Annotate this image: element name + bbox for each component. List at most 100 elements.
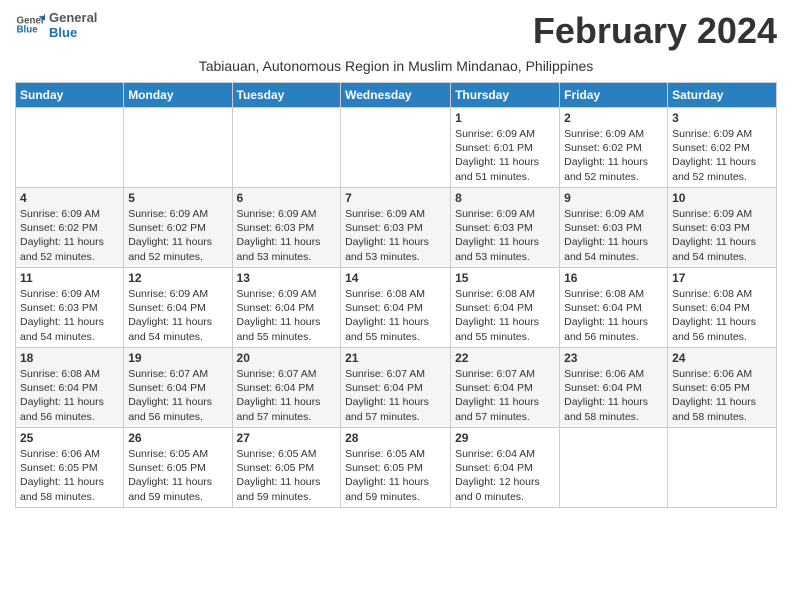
calendar-cell: 24 Sunrise: 6:06 AM Sunset: 6:05 PM Dayli… <box>668 348 777 428</box>
logo-line1: General <box>49 10 97 25</box>
day-number: 24 <box>672 351 772 365</box>
day-info: Sunrise: 6:09 AM Sunset: 6:01 PM Dayligh… <box>455 127 555 184</box>
calendar-cell: 5 Sunrise: 6:09 AM Sunset: 6:02 PM Daylig… <box>124 188 232 268</box>
day-number: 10 <box>672 191 772 205</box>
day-info: Sunrise: 6:09 AM Sunset: 6:03 PM Dayligh… <box>672 207 772 264</box>
day-info: Sunrise: 6:09 AM Sunset: 6:04 PM Dayligh… <box>237 287 337 344</box>
day-info: Sunrise: 6:08 AM Sunset: 6:04 PM Dayligh… <box>564 287 663 344</box>
day-header-monday: Monday <box>124 83 232 108</box>
day-number: 1 <box>455 111 555 125</box>
day-info: Sunrise: 6:06 AM Sunset: 6:04 PM Dayligh… <box>564 367 663 424</box>
calendar-cell: 4 Sunrise: 6:09 AM Sunset: 6:02 PM Daylig… <box>16 188 124 268</box>
calendar-cell <box>341 108 451 188</box>
day-number: 20 <box>237 351 337 365</box>
day-info: Sunrise: 6:09 AM Sunset: 6:03 PM Dayligh… <box>345 207 446 264</box>
day-info: Sunrise: 6:09 AM Sunset: 6:03 PM Dayligh… <box>455 207 555 264</box>
day-number: 17 <box>672 271 772 285</box>
day-number: 9 <box>564 191 663 205</box>
calendar-cell: 17 Sunrise: 6:08 AM Sunset: 6:04 PM Dayli… <box>668 268 777 348</box>
day-number: 2 <box>564 111 663 125</box>
day-info: Sunrise: 6:09 AM Sunset: 6:02 PM Dayligh… <box>564 127 663 184</box>
day-info: Sunrise: 6:07 AM Sunset: 6:04 PM Dayligh… <box>237 367 337 424</box>
day-info: Sunrise: 6:09 AM Sunset: 6:03 PM Dayligh… <box>237 207 337 264</box>
day-info: Sunrise: 6:04 AM Sunset: 6:04 PM Dayligh… <box>455 447 555 504</box>
day-header-tuesday: Tuesday <box>232 83 341 108</box>
calendar-cell: 2 Sunrise: 6:09 AM Sunset: 6:02 PM Daylig… <box>560 108 668 188</box>
calendar-cell: 27 Sunrise: 6:05 AM Sunset: 6:05 PM Dayli… <box>232 428 341 508</box>
calendar-cell: 29 Sunrise: 6:04 AM Sunset: 6:04 PM Dayli… <box>451 428 560 508</box>
day-header-friday: Friday <box>560 83 668 108</box>
calendar-cell: 14Sunrise: 6:08 AM Sunset: 6:04 PM Dayli… <box>341 268 451 348</box>
day-info: Sunrise: 6:09 AM Sunset: 6:02 PM Dayligh… <box>128 207 227 264</box>
calendar-cell: 13 Sunrise: 6:09 AM Sunset: 6:04 PM Dayli… <box>232 268 341 348</box>
day-info: Sunrise: 6:07 AM Sunset: 6:04 PM Dayligh… <box>345 367 446 424</box>
subtitle: Tabiauan, Autonomous Region in Muslim Mi… <box>15 58 777 74</box>
day-number: 29 <box>455 431 555 445</box>
day-info: Sunrise: 6:07 AM Sunset: 6:04 PM Dayligh… <box>455 367 555 424</box>
day-number: 6 <box>237 191 337 205</box>
day-number: 28 <box>345 431 446 445</box>
day-info: Sunrise: 6:06 AM Sunset: 6:05 PM Dayligh… <box>672 367 772 424</box>
calendar-cell: 16 Sunrise: 6:08 AM Sunset: 6:04 PM Dayli… <box>560 268 668 348</box>
calendar-cell <box>232 108 341 188</box>
calendar-cell: 6 Sunrise: 6:09 AM Sunset: 6:03 PM Daylig… <box>232 188 341 268</box>
calendar-cell <box>668 428 777 508</box>
day-number: 5 <box>128 191 227 205</box>
day-number: 27 <box>237 431 337 445</box>
day-number: 23 <box>564 351 663 365</box>
day-info: Sunrise: 6:09 AM Sunset: 6:04 PM Dayligh… <box>128 287 227 344</box>
day-number: 15 <box>455 271 555 285</box>
day-info: Sunrise: 6:09 AM Sunset: 6:02 PM Dayligh… <box>20 207 119 264</box>
day-number: 3 <box>672 111 772 125</box>
calendar-cell <box>16 108 124 188</box>
day-number: 11 <box>20 271 119 285</box>
calendar-cell: 28Sunrise: 6:05 AM Sunset: 6:05 PM Dayli… <box>341 428 451 508</box>
day-header-sunday: Sunday <box>16 83 124 108</box>
calendar-cell: 20 Sunrise: 6:07 AM Sunset: 6:04 PM Dayli… <box>232 348 341 428</box>
calendar-cell: 1 Sunrise: 6:09 AM Sunset: 6:01 PM Daylig… <box>451 108 560 188</box>
day-info: Sunrise: 6:08 AM Sunset: 6:04 PM Dayligh… <box>672 287 772 344</box>
calendar-cell: 9Sunrise: 6:09 AM Sunset: 6:03 PM Daylig… <box>560 188 668 268</box>
main-title: February 2024 <box>533 10 777 52</box>
calendar-cell: 22 Sunrise: 6:07 AM Sunset: 6:04 PM Dayli… <box>451 348 560 428</box>
day-info: Sunrise: 6:09 AM Sunset: 6:03 PM Dayligh… <box>20 287 119 344</box>
calendar-cell: 23 Sunrise: 6:06 AM Sunset: 6:04 PM Dayli… <box>560 348 668 428</box>
day-number: 25 <box>20 431 119 445</box>
day-number: 22 <box>455 351 555 365</box>
day-info: Sunrise: 6:05 AM Sunset: 6:05 PM Dayligh… <box>237 447 337 504</box>
calendar-cell <box>124 108 232 188</box>
calendar-cell: 26 Sunrise: 6:05 AM Sunset: 6:05 PM Dayli… <box>124 428 232 508</box>
day-number: 26 <box>128 431 227 445</box>
calendar-cell: 8 Sunrise: 6:09 AM Sunset: 6:03 PM Daylig… <box>451 188 560 268</box>
day-header-wednesday: Wednesday <box>341 83 451 108</box>
calendar-cell: 15Sunrise: 6:08 AM Sunset: 6:04 PM Dayli… <box>451 268 560 348</box>
calendar-cell: 18 Sunrise: 6:08 AM Sunset: 6:04 PM Dayli… <box>16 348 124 428</box>
logo-line2: Blue <box>49 25 97 40</box>
day-info: Sunrise: 6:06 AM Sunset: 6:05 PM Dayligh… <box>20 447 119 504</box>
logo-icon: General Blue <box>15 10 45 40</box>
day-header-saturday: Saturday <box>668 83 777 108</box>
day-info: Sunrise: 6:09 AM Sunset: 6:02 PM Dayligh… <box>672 127 772 184</box>
title-section: February 2024 <box>533 10 777 52</box>
day-number: 19 <box>128 351 227 365</box>
day-number: 12 <box>128 271 227 285</box>
calendar-table: SundayMondayTuesdayWednesdayThursdayFrid… <box>15 82 777 508</box>
calendar-cell: 19 Sunrise: 6:07 AM Sunset: 6:04 PM Dayli… <box>124 348 232 428</box>
calendar-cell: 21Sunrise: 6:07 AM Sunset: 6:04 PM Dayli… <box>341 348 451 428</box>
day-info: Sunrise: 6:05 AM Sunset: 6:05 PM Dayligh… <box>128 447 227 504</box>
day-number: 8 <box>455 191 555 205</box>
day-number: 16 <box>564 271 663 285</box>
day-number: 13 <box>237 271 337 285</box>
day-header-thursday: Thursday <box>451 83 560 108</box>
calendar-cell: 11 Sunrise: 6:09 AM Sunset: 6:03 PM Dayli… <box>16 268 124 348</box>
day-number: 4 <box>20 191 119 205</box>
calendar-cell <box>560 428 668 508</box>
logo: General Blue General Blue <box>15 10 97 40</box>
svg-text:Blue: Blue <box>17 25 39 36</box>
calendar-cell: 7Sunrise: 6:09 AM Sunset: 6:03 PM Daylig… <box>341 188 451 268</box>
day-info: Sunrise: 6:08 AM Sunset: 6:04 PM Dayligh… <box>20 367 119 424</box>
calendar-cell: 25 Sunrise: 6:06 AM Sunset: 6:05 PM Dayli… <box>16 428 124 508</box>
day-number: 18 <box>20 351 119 365</box>
calendar-cell: 10 Sunrise: 6:09 AM Sunset: 6:03 PM Dayli… <box>668 188 777 268</box>
day-info: Sunrise: 6:07 AM Sunset: 6:04 PM Dayligh… <box>128 367 227 424</box>
